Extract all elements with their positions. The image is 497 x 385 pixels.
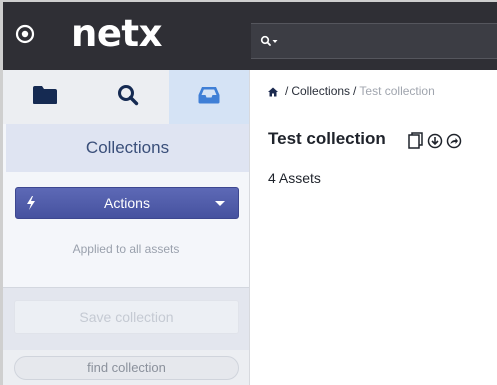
sidebar: Collections Actions Applied to all asset… (0, 70, 250, 385)
download-icon[interactable] (427, 133, 443, 154)
breadcrumb: / Collections / Test collection (268, 84, 435, 98)
global-search-box[interactable] (251, 23, 497, 59)
sidebar-tabs (3, 70, 249, 124)
netx-logo[interactable]: netx (71, 12, 163, 56)
actions-label: Actions (104, 195, 150, 211)
collections-panel: Collections Actions Applied to all asset… (3, 124, 249, 287)
breadcrumb-current: Test collection (359, 84, 435, 98)
top-header: netx (0, 0, 497, 70)
actions-dropdown-button[interactable]: Actions (15, 187, 239, 219)
search-icon (117, 84, 139, 111)
title-actions (408, 132, 465, 154)
folder-icon (32, 85, 58, 110)
copy-icon[interactable] (408, 132, 424, 154)
main-content: / Collections / Test collection Test col… (250, 70, 497, 385)
find-collection-button[interactable]: find collection (14, 356, 239, 380)
app-window: netx Collections Actions Applied to all … (0, 0, 497, 385)
circle-menu-icon[interactable] (15, 24, 35, 44)
save-collection-button[interactable]: Save collection (14, 300, 239, 334)
breadcrumb-separator: / (285, 84, 289, 98)
tab-collections[interactable] (169, 70, 249, 124)
save-area: Save collection (3, 287, 249, 350)
share-icon[interactable] (446, 133, 462, 154)
applied-note: Applied to all assets (72, 242, 180, 256)
chevron-down-icon (215, 201, 225, 206)
search-dropdown-icon[interactable] (260, 34, 282, 48)
asset-count: 4 Assets (268, 170, 321, 186)
page-title: Test collection (268, 129, 386, 148)
inbox-icon (197, 85, 221, 110)
panel-title: Collections (85, 138, 170, 157)
home-icon[interactable] (268, 86, 278, 97)
breadcrumb-collections[interactable]: Collections (291, 84, 350, 98)
breadcrumb-separator: / (353, 84, 357, 98)
tab-search[interactable] (86, 70, 169, 124)
panel-title-bar: Collections (6, 124, 249, 172)
tab-folders[interactable] (3, 70, 86, 124)
